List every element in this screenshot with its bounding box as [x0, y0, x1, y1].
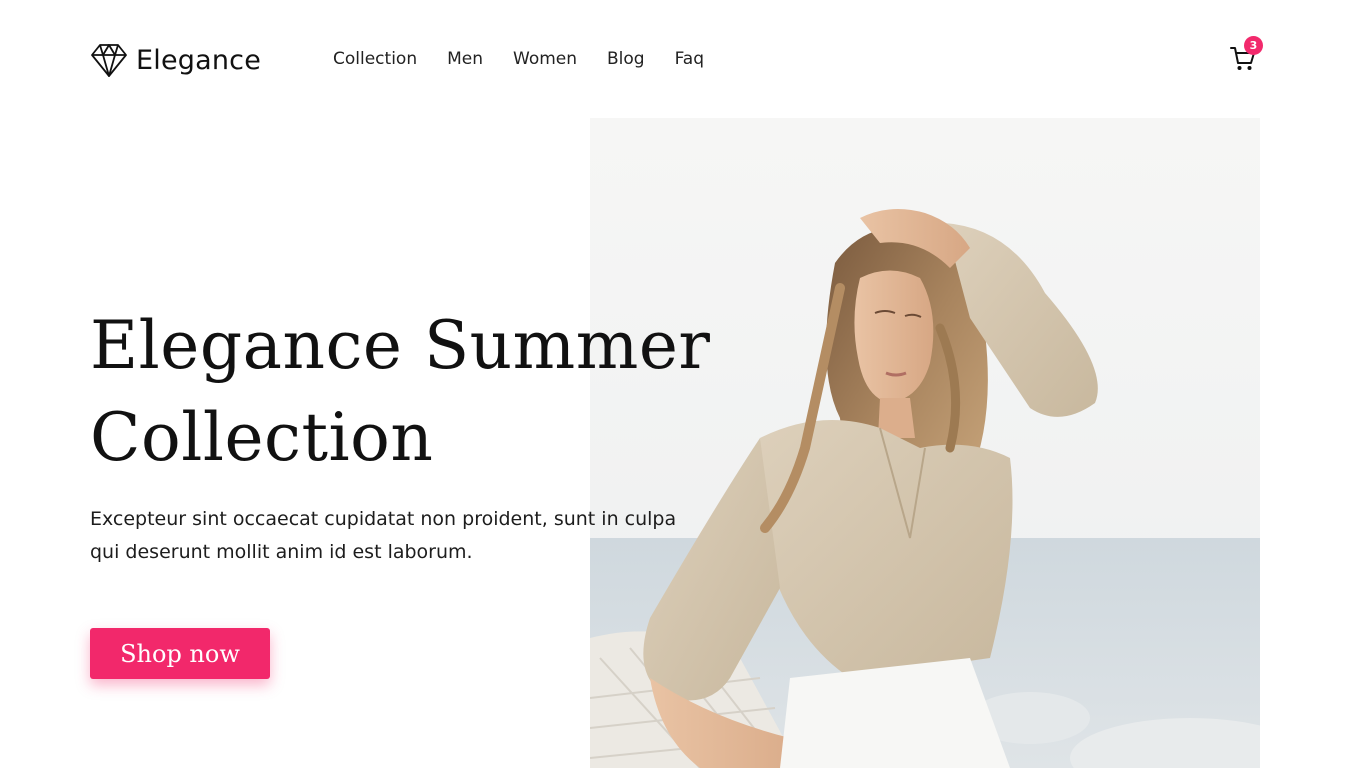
hero-title-line-2: Collection	[90, 399, 434, 476]
brand-logo[interactable]: Elegance	[90, 40, 261, 80]
nav-item-collection[interactable]: Collection	[333, 47, 417, 71]
cart-button[interactable]: 3	[1228, 36, 1264, 76]
hero-title-line-1: Elegance Summer	[90, 307, 711, 384]
nav-item-women[interactable]: Women	[513, 47, 577, 71]
main-nav: Collection Men Women Blog Faq	[333, 47, 704, 71]
nav-item-men[interactable]: Men	[447, 47, 483, 71]
site-header: Elegance Collection Men Women Blog Faq 3	[0, 0, 1350, 118]
diamond-icon	[91, 44, 127, 77]
nav-item-faq[interactable]: Faq	[675, 47, 704, 71]
nav-item-blog[interactable]: Blog	[607, 47, 645, 71]
cart-count-badge: 3	[1244, 36, 1263, 55]
hero-description: Excepteur sint occaecat cupidatat non pr…	[90, 508, 677, 563]
shop-now-button[interactable]: Shop now	[90, 628, 270, 679]
hero-title: Elegance Summer Collection	[90, 300, 730, 484]
brand-name: Elegance	[136, 44, 262, 76]
